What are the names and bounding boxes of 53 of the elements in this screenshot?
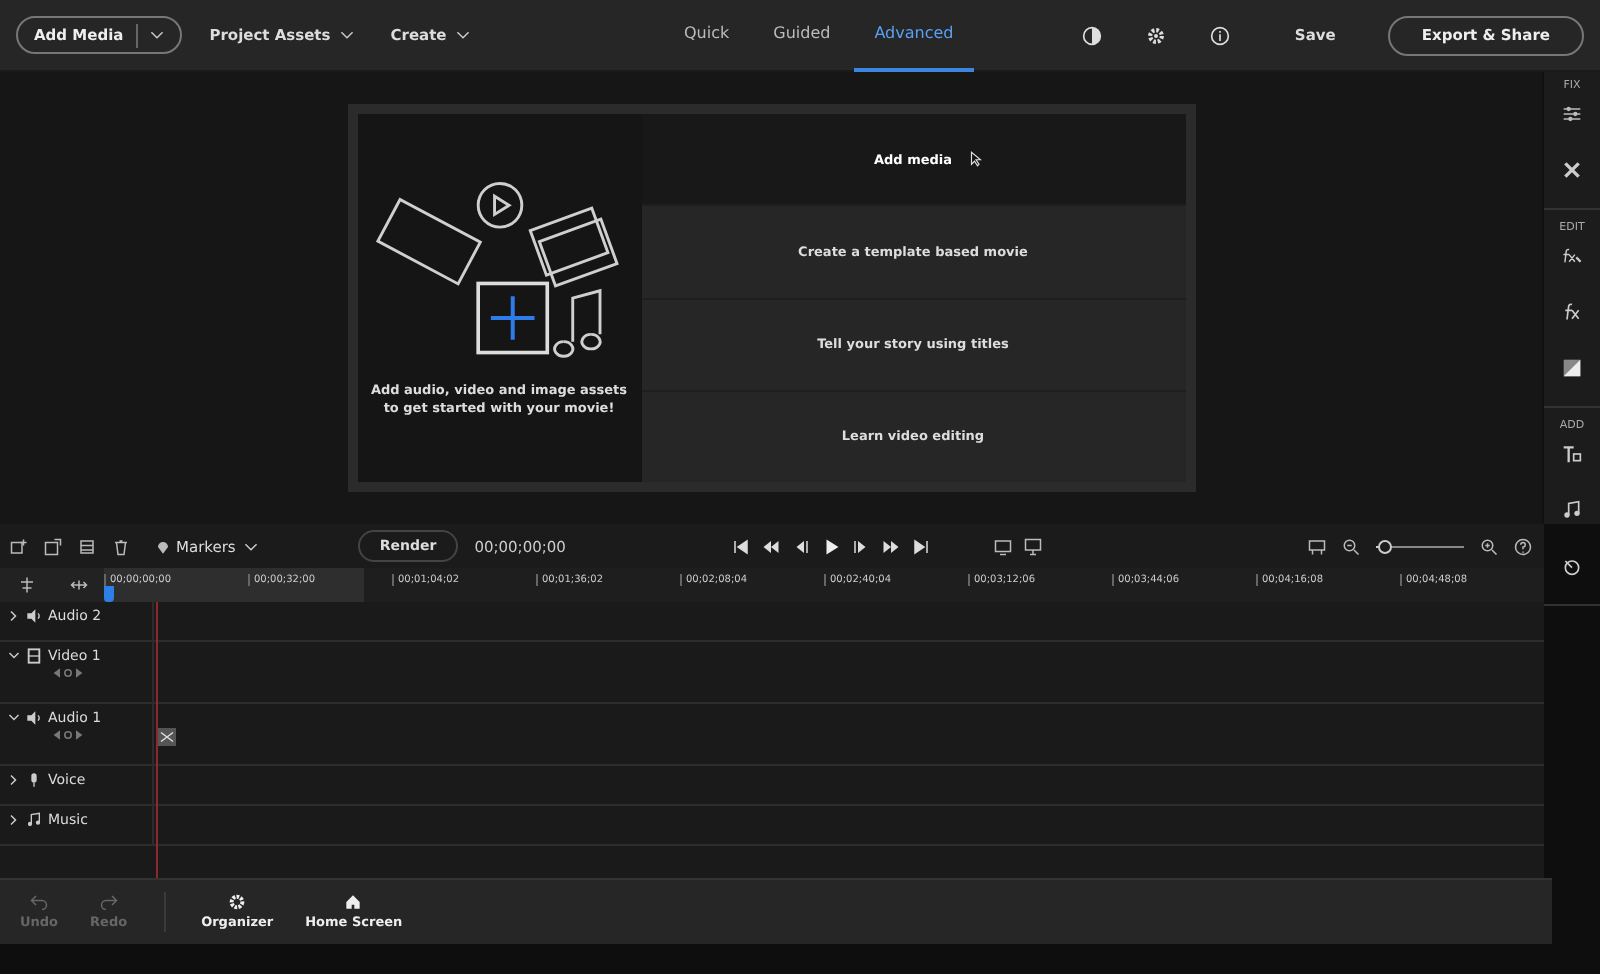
skip-end-icon[interactable] xyxy=(911,537,930,555)
film-icon xyxy=(26,648,42,664)
help-icon[interactable] xyxy=(1513,537,1532,555)
layout-icon[interactable] xyxy=(1307,537,1326,555)
settings-icon[interactable] xyxy=(1146,25,1167,45)
caret-icon xyxy=(340,30,355,40)
fast-forward-icon[interactable] xyxy=(881,537,900,555)
text-icon[interactable] xyxy=(1562,444,1582,464)
music-note-icon[interactable] xyxy=(1562,500,1582,520)
info-icon[interactable] xyxy=(1210,25,1231,45)
screen-icon[interactable] xyxy=(1023,537,1042,555)
playhead[interactable] xyxy=(104,586,114,602)
pointer-icon xyxy=(969,150,981,168)
skip-start-icon[interactable] xyxy=(731,537,750,555)
speaker-icon xyxy=(26,710,42,726)
chevron-right-icon[interactable] xyxy=(8,610,20,622)
fx-icon[interactable] xyxy=(1562,302,1582,322)
caret-icon xyxy=(149,30,164,40)
mode-tab[interactable]: Quick xyxy=(664,0,750,71)
sliders-icon[interactable] xyxy=(1562,104,1582,124)
fx-icon[interactable] xyxy=(1562,246,1582,266)
fit-icon[interactable] xyxy=(69,576,87,594)
monitor-icon[interactable] xyxy=(993,537,1012,555)
zoom-out-icon[interactable] xyxy=(1341,537,1360,555)
chevron-down-icon[interactable] xyxy=(8,712,20,724)
mode-tab[interactable]: Guided xyxy=(753,0,851,71)
gradient-square-icon[interactable] xyxy=(1562,358,1582,378)
rewind-icon[interactable] xyxy=(761,537,780,555)
contrast-icon[interactable] xyxy=(1082,25,1103,45)
new-item-icon[interactable] xyxy=(44,537,62,555)
keyframe-nav-icon[interactable] xyxy=(52,668,84,678)
play-icon[interactable] xyxy=(821,537,840,555)
chevron-right-icon[interactable] xyxy=(8,814,20,826)
zoom-in-icon[interactable] xyxy=(1479,537,1498,555)
step-back-icon[interactable] xyxy=(791,537,810,555)
keyframe-nav-icon[interactable] xyxy=(52,730,84,740)
marker-icon xyxy=(158,539,168,553)
undo-icon xyxy=(30,894,49,910)
step-forward-icon[interactable] xyxy=(851,537,870,555)
microphone-icon xyxy=(26,772,42,788)
redo-icon xyxy=(99,894,118,910)
flower-icon xyxy=(228,894,247,910)
caret-icon xyxy=(456,30,471,40)
grid-icon[interactable] xyxy=(78,537,96,555)
add-track-icon[interactable] xyxy=(10,537,28,555)
music-note-icon xyxy=(26,812,42,828)
chevron-right-icon[interactable] xyxy=(8,774,20,786)
trash-icon[interactable] xyxy=(112,537,130,555)
speaker-icon xyxy=(26,608,42,624)
chevron-down-icon[interactable] xyxy=(8,650,20,662)
scissors-icon[interactable] xyxy=(158,728,176,746)
home-icon xyxy=(344,894,363,910)
caret-icon xyxy=(243,541,258,551)
